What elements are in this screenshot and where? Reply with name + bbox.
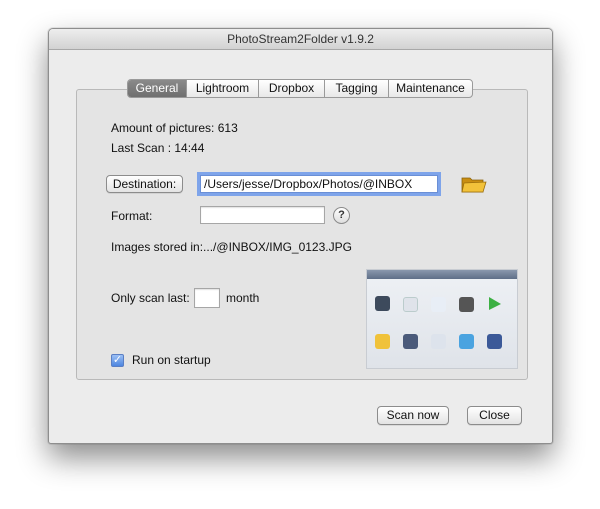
preview-app-icon — [459, 297, 474, 312]
close-button[interactable]: Close — [467, 406, 522, 425]
destination-button[interactable]: Destination: — [106, 175, 183, 193]
preview-app-icon — [375, 334, 390, 349]
run-on-startup-label: Run on startup — [132, 353, 211, 367]
checkmark-icon: ✓ — [112, 354, 123, 366]
destination-field[interactable]: /Users/jesse/Dropbox/Photos/@INBOX — [200, 175, 438, 193]
tab-general[interactable]: General — [128, 80, 186, 97]
format-label: Format: — [111, 209, 153, 223]
folder-icon[interactable] — [461, 174, 487, 194]
tab-bar: General Lightroom Dropbox Tagging Mainte… — [127, 79, 473, 98]
preview-app-icon — [487, 296, 502, 311]
tab-lightroom[interactable]: Lightroom — [186, 80, 258, 97]
share-sheet-preview-image — [366, 269, 518, 369]
tab-maintenance[interactable]: Maintenance — [388, 80, 472, 97]
scan-now-button[interactable]: Scan now — [377, 406, 449, 425]
preview-app-icon — [403, 297, 418, 312]
tab-dropbox[interactable]: Dropbox — [258, 80, 324, 97]
format-field[interactable] — [200, 206, 325, 224]
tab-tagging[interactable]: Tagging — [324, 80, 388, 97]
help-icon[interactable]: ? — [333, 207, 350, 224]
only-scan-last-label: Only scan last: — [111, 291, 190, 305]
window-title: PhotoStream2Folder v1.9.2 — [49, 29, 552, 50]
last-scan-label: Last Scan : 14:44 — [111, 141, 205, 155]
app-window: PhotoStream2Folder v1.9.2 General Lightr… — [48, 28, 553, 444]
run-on-startup-checkbox[interactable]: ✓ — [111, 354, 124, 367]
preview-app-icon — [403, 334, 418, 349]
amount-of-pictures-label: Amount of pictures: 613 — [111, 121, 238, 135]
preview-app-icon — [431, 297, 446, 312]
only-scan-last-input[interactable] — [194, 288, 220, 308]
preview-app-icon — [459, 334, 474, 349]
images-stored-in-label: Images stored in:.../@INBOX/IMG_0123.JPG — [111, 240, 352, 254]
preview-app-icon — [431, 334, 446, 349]
preview-header-bar — [367, 270, 517, 279]
preview-app-icon — [375, 296, 390, 311]
month-label: month — [226, 291, 260, 305]
preview-app-icon — [487, 334, 502, 349]
